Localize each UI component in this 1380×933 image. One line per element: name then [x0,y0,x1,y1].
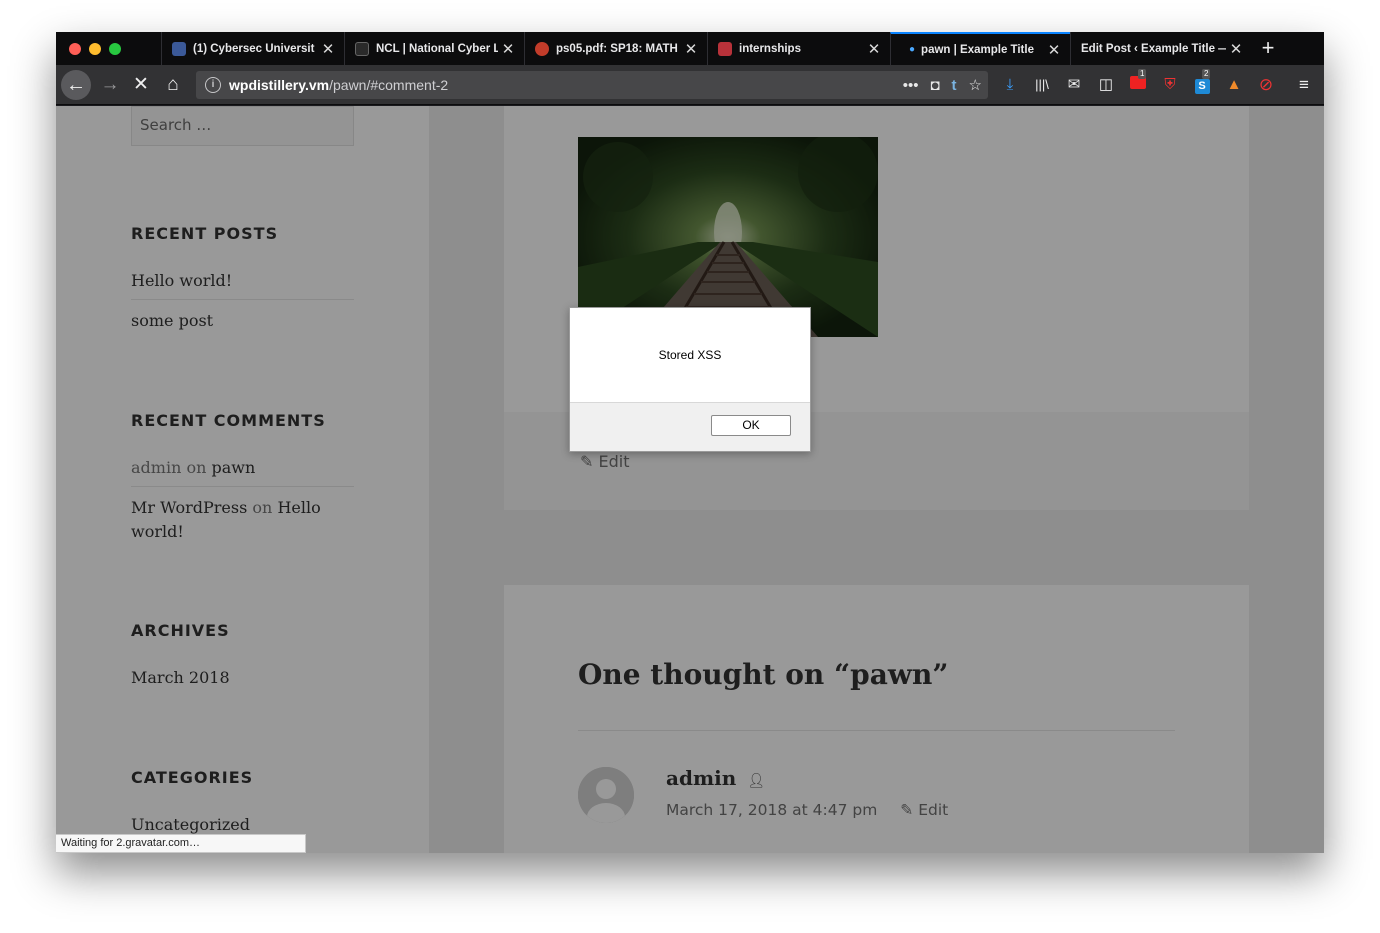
address-bar[interactable]: i wpdistillery.vm/pawn/#comment-2 ••• ◘ … [196,71,988,99]
tab-title: NCL | National Cyber L [376,42,498,55]
browser-window: (1) Cybersec Universit ✕ NCL | National … [56,32,1324,853]
mail-icon[interactable]: ✉ [1064,75,1084,95]
extension-red-icon[interactable]: 1 [1128,69,1148,95]
tab-cybersec-university[interactable]: (1) Cybersec Universit ✕ [161,32,344,65]
alert-dialog: Stored XSS OK [569,307,811,452]
url-host: wpdistillery.vm [229,77,330,93]
fox-extension-icon[interactable]: ▲ [1224,75,1244,95]
close-icon[interactable]: ✕ [1226,40,1246,58]
close-icon[interactable]: ✕ [498,40,518,58]
library-icon[interactable]: |||\ [1032,75,1052,95]
alert-body: Stored XSS [570,308,810,403]
tab-ncl[interactable]: NCL | National Cyber L ✕ [344,32,524,65]
extension-badge: 1 [1138,69,1147,79]
page-viewport: Search … RECENT POSTS Hello world! some … [56,106,1324,853]
downloads-icon[interactable]: ⤓ [1000,75,1020,95]
bookmark-star-icon[interactable]: ☆ [969,76,982,94]
tab-title: ps05.pdf: SP18: MATH [556,42,678,55]
status-bar: Waiting for 2.gravatar.com… [56,834,306,853]
extension-blue-icon[interactable]: S 2 [1192,69,1212,95]
site-info-icon[interactable]: i [205,77,221,93]
hamburger-menu-icon[interactable]: ≡ [1294,75,1314,95]
url-path: /pawn/#comment-2 [329,77,449,93]
tumblr-icon[interactable]: t [952,77,957,94]
tab-title: pawn | Example Title [921,43,1034,56]
navigation-toolbar: ← → ✕ ⌂ i wpdistillery.vm/pawn/#comment-… [56,65,1324,105]
close-window-button[interactable] [69,43,81,55]
close-icon[interactable]: ✕ [1044,41,1064,59]
zoom-window-button[interactable] [109,43,121,55]
alert-ok-button[interactable]: OK [711,415,791,436]
tab-title: internships [739,42,801,55]
tab-edit-post[interactable]: Edit Post ‹ Example Title — ✕ [1070,32,1252,65]
tab-ps05-pdf[interactable]: ps05.pdf: SP18: MATH ✕ [524,32,707,65]
pocket-icon[interactable]: ◘ [930,77,939,94]
close-icon[interactable]: ✕ [318,40,338,58]
extension-badge: 2 [1202,69,1211,79]
tab-pawn-active[interactable]: ● pawn | Example Title ✕ [890,32,1070,65]
back-button[interactable]: ← [61,70,91,100]
ncl-favicon-icon [355,41,369,56]
home-button[interactable]: ⌂ [158,70,188,100]
close-icon[interactable]: ✕ [864,40,884,58]
sidebar-toggle-icon[interactable]: ◫ [1096,75,1116,95]
tab-strip: (1) Cybersec Universit ✕ NCL | National … [56,32,1324,65]
tab-title: Edit Post ‹ Example Title — [1081,42,1226,55]
blocker-icon[interactable]: ⊘ [1256,75,1276,95]
internships-favicon-icon [718,41,732,56]
page-actions-menu-icon[interactable]: ••• [903,77,919,94]
forward-button[interactable]: → [95,70,125,100]
cybersec-favicon-icon [172,41,186,56]
tab-title: (1) Cybersec Universit [193,42,315,55]
pdf-favicon-icon [535,41,549,56]
loading-dot-icon: ● [909,44,916,55]
minimize-window-button[interactable] [89,43,101,55]
alert-message: Stored XSS [658,348,722,362]
shield-icon[interactable]: ⛨ [1160,75,1180,95]
modal-overlay [56,106,1324,853]
close-icon[interactable]: ✕ [681,40,701,58]
tab-internships[interactable]: internships ✕ [707,32,890,65]
new-tab-button[interactable]: + [1256,32,1280,65]
stop-loading-button[interactable]: ✕ [126,70,156,100]
